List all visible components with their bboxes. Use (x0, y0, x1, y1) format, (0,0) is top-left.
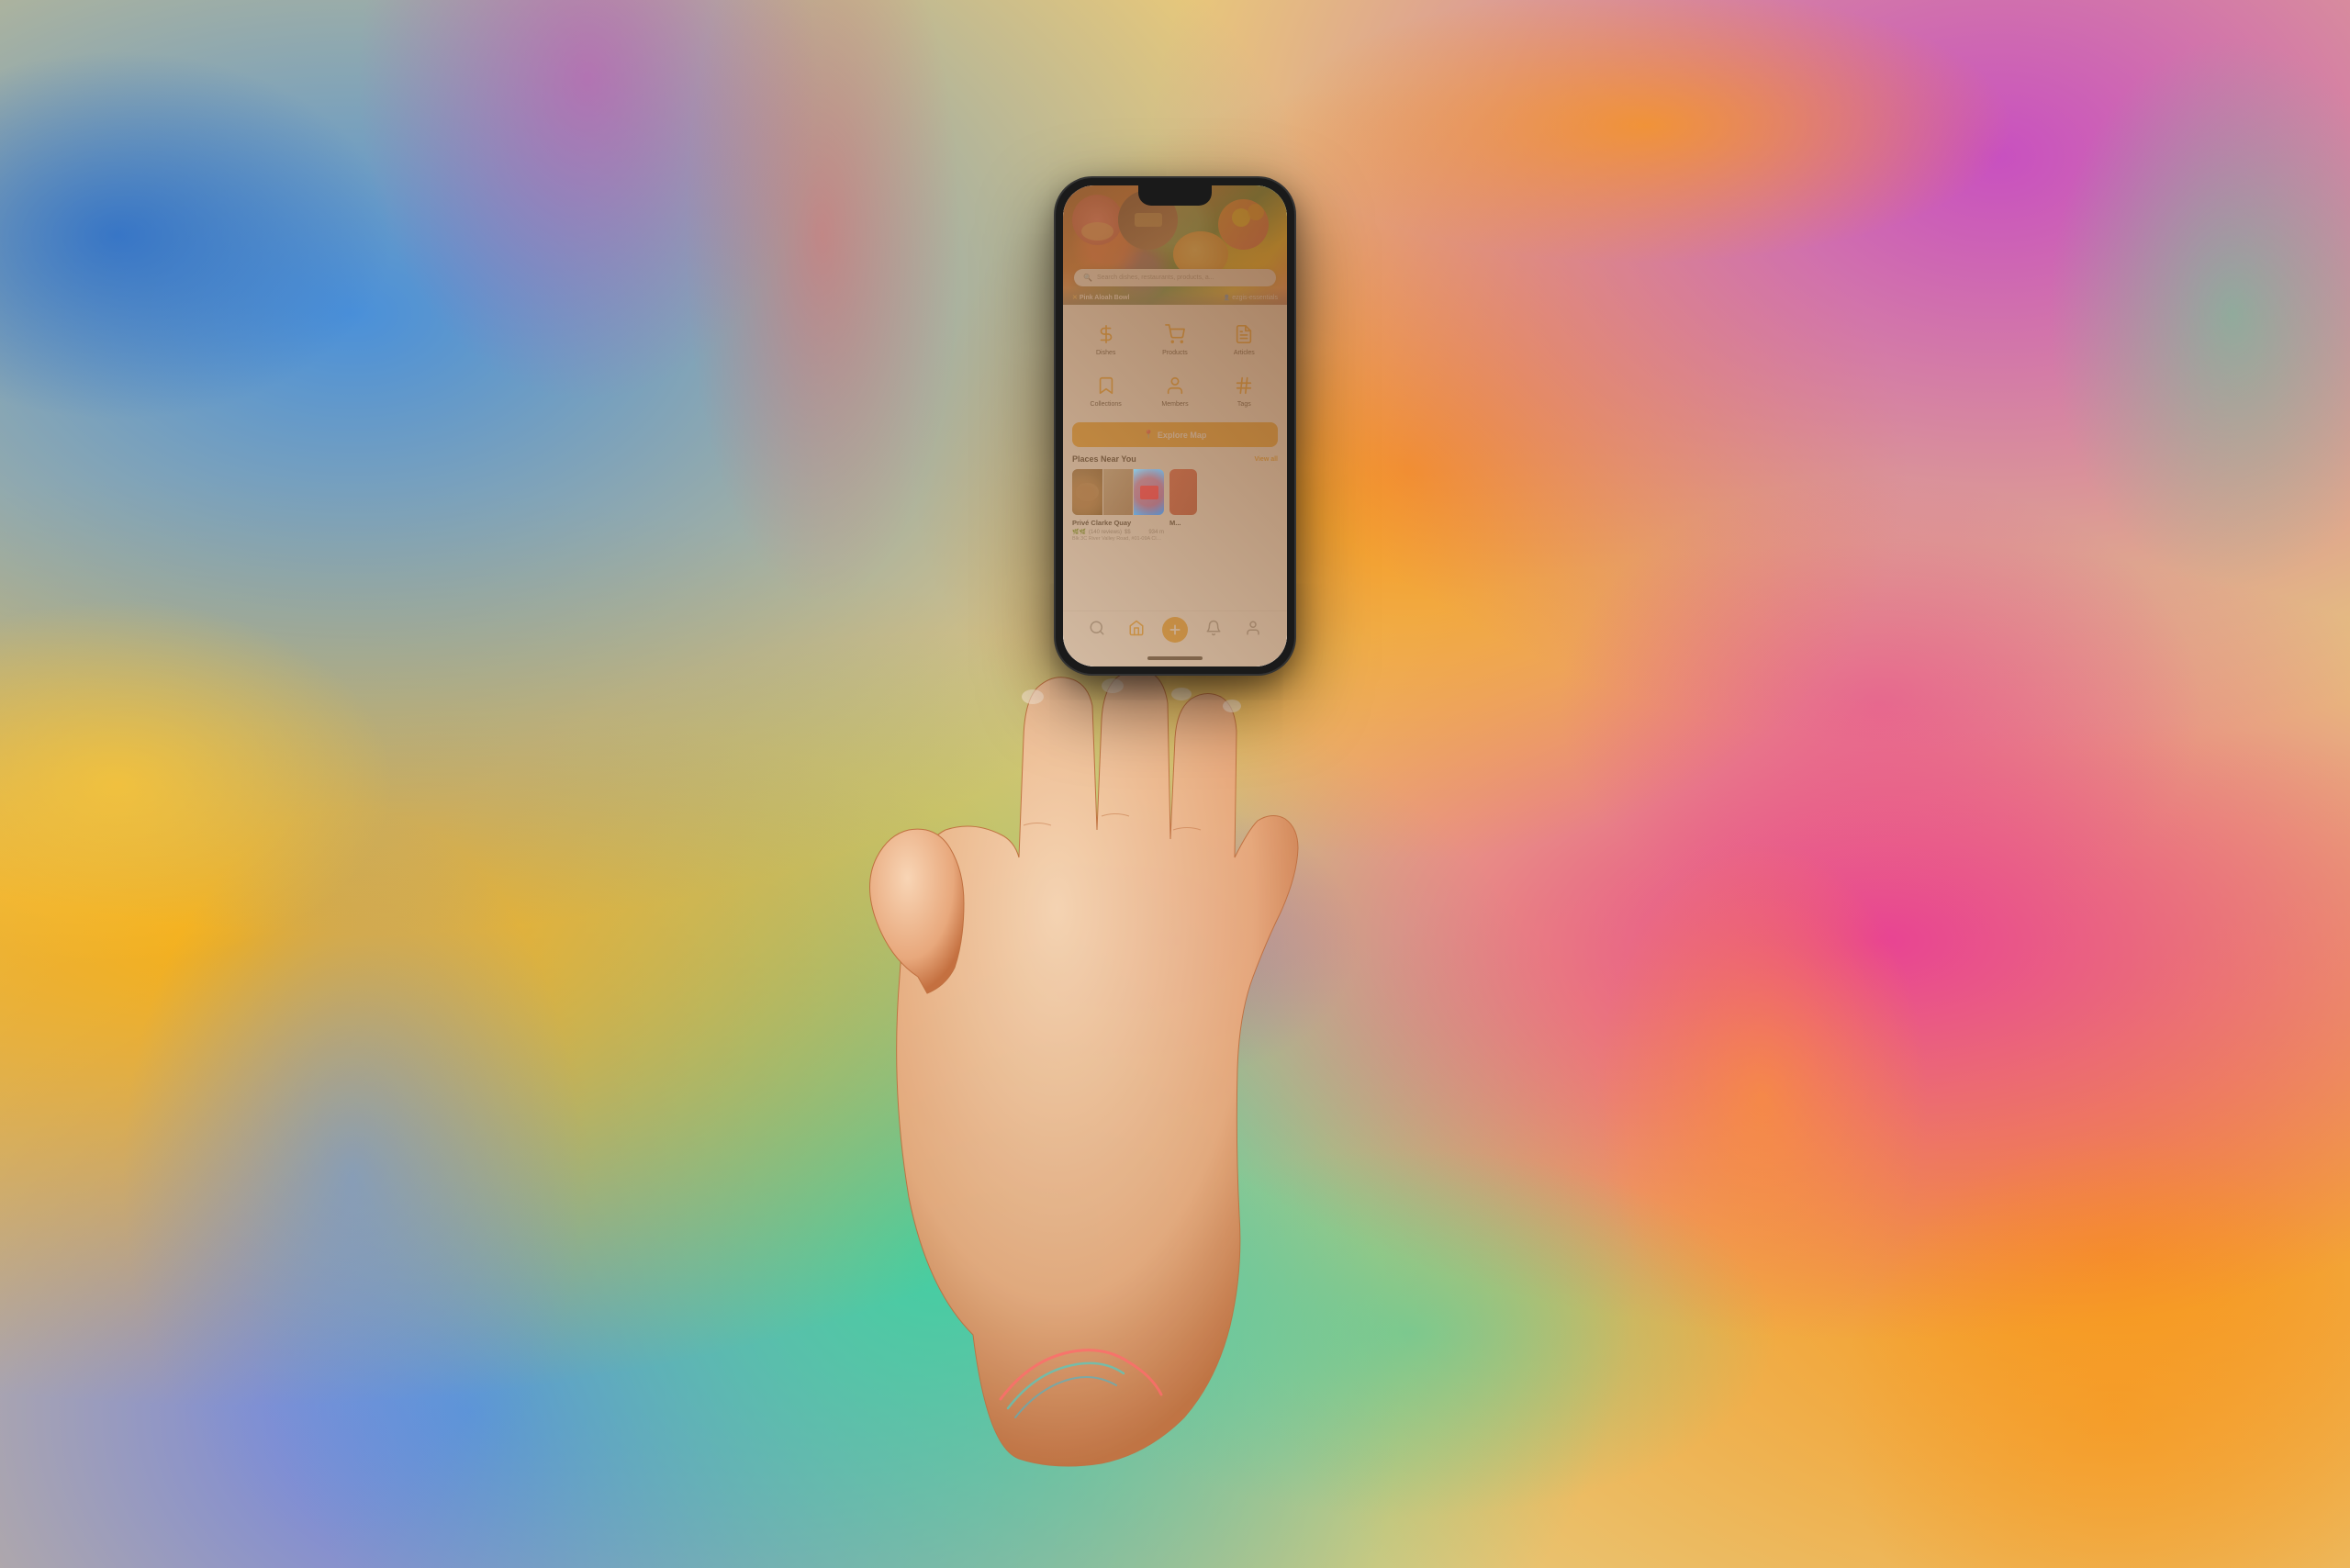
place-images-1 (1072, 469, 1164, 515)
phone-device: 🔍 Search dishes, restaurants, products, … (1056, 178, 1294, 674)
hand-wrapper: 🔍 Search dishes, restaurants, products, … (762, 141, 1588, 1427)
phone-screen: 🔍 Search dishes, restaurants, products, … (1063, 185, 1287, 666)
place-photo-3 (1134, 469, 1164, 515)
place-photo-2 (1103, 469, 1134, 515)
places-list: Privé Clarke Quay 🌿🌿 (140 reviews) $$ 93… (1072, 469, 1278, 542)
scene: 🔍 Search dishes, restaurants, products, … (0, 0, 2350, 1568)
place-card-1[interactable]: Privé Clarke Quay 🌿🌿 (140 reviews) $$ 93… (1072, 469, 1164, 542)
hand-illustration (652, 554, 1478, 1473)
main-content: Dishes (1063, 305, 1287, 610)
phone-notch (1138, 185, 1212, 206)
phone-inner: 🔍 Search dishes, restaurants, products, … (1063, 185, 1287, 666)
